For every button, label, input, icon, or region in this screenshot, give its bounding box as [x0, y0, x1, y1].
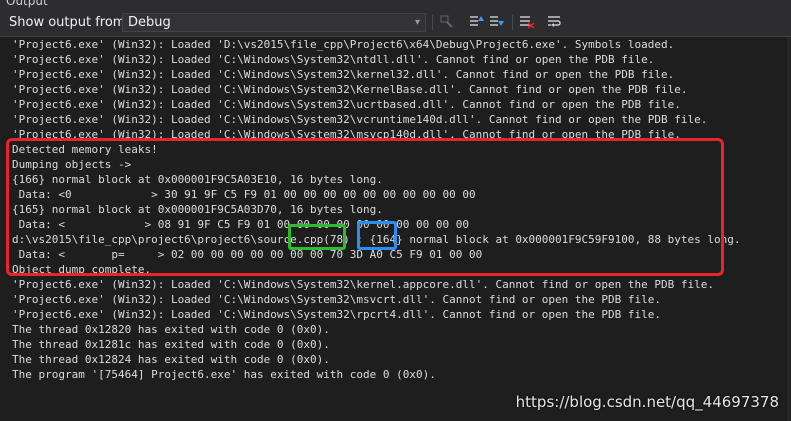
output-line: 'Project6.exe' (Win32): Loaded 'C:\Windo… — [12, 53, 655, 66]
toolbar-separator — [432, 15, 433, 30]
find-message-icon[interactable] — [438, 14, 455, 31]
output-line: The program '[75464] Project6.exe' has e… — [12, 368, 436, 381]
output-line: 'Project6.exe' (Win32): Loaded 'D:\vs201… — [12, 38, 675, 51]
word-wrap-icon[interactable] — [546, 14, 563, 31]
output-source-dropdown[interactable]: Debug ▾ — [122, 13, 426, 32]
output-line: 'Project6.exe' (Win32): Loaded 'C:\Windo… — [12, 278, 714, 291]
source-line-highlight-box — [288, 224, 346, 250]
output-panel-titlebar[interactable]: Output — [0, 0, 791, 9]
output-line: The thread 0x12820 has exited with code … — [12, 323, 330, 336]
output-text-pane[interactable]: 'Project6.exe' (Win32): Loaded 'D:\vs201… — [0, 37, 791, 421]
output-source-value: Debug — [128, 15, 171, 30]
output-line: 'Project6.exe' (Win32): Loaded 'C:\Windo… — [12, 98, 681, 111]
allocation-number-highlight-box — [357, 221, 397, 250]
output-panel-title: Output — [6, 0, 48, 8]
watermark-text: https://blog.csdn.net/qq_44697378 — [515, 393, 779, 411]
output-line: The thread 0x1281c has exited with code … — [12, 338, 330, 351]
vertical-scrollbar[interactable] — [787, 37, 791, 421]
output-line: 'Project6.exe' (Win32): Loaded 'C:\Windo… — [12, 113, 708, 126]
next-message-icon[interactable] — [488, 14, 505, 31]
show-output-from-label: Show output from: — [9, 15, 130, 30]
output-line: 'Project6.exe' (Win32): Loaded 'C:\Windo… — [12, 83, 688, 96]
output-toolbar: Show output from: Debug ▾ — [0, 9, 791, 37]
output-line: 'Project6.exe' (Win32): Loaded 'C:\Windo… — [12, 68, 675, 81]
output-line: The thread 0x12824 has exited with code … — [12, 353, 330, 366]
toolbar-separator — [512, 15, 513, 30]
clear-all-icon[interactable] — [518, 14, 535, 31]
memory-leak-highlight-box — [6, 138, 724, 276]
output-window: Output Show output from: Debug ▾ 'Projec… — [0, 0, 791, 421]
chevron-down-icon: ▾ — [414, 17, 420, 28]
output-line: 'Project6.exe' (Win32): Loaded 'C:\Windo… — [12, 308, 662, 321]
output-line: 'Project6.exe' (Win32): Loaded 'C:\Windo… — [12, 293, 662, 306]
previous-message-icon[interactable] — [468, 14, 485, 31]
